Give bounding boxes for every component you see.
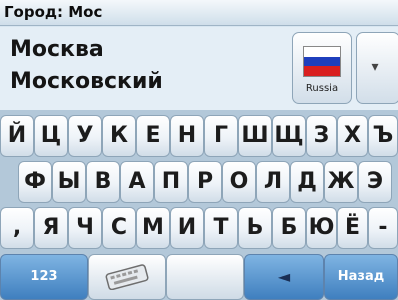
key[interactable]: В (86, 161, 120, 203)
key[interactable]: Ь (238, 207, 272, 249)
key[interactable]: Ч (68, 207, 102, 249)
dropdown-button[interactable]: ▾ (356, 32, 398, 104)
key[interactable]: О (222, 161, 256, 203)
numbers-button[interactable]: 123 (0, 254, 88, 300)
key[interactable]: Д (290, 161, 324, 203)
key[interactable]: М (136, 207, 170, 249)
key[interactable]: Х (337, 115, 368, 157)
key[interactable]: Н (170, 115, 204, 157)
suggestion-item[interactable]: Московский (10, 69, 163, 94)
key[interactable]: Ц (34, 115, 68, 157)
backspace-button[interactable]: ◄ (244, 254, 324, 300)
key[interactable]: Т (204, 207, 238, 249)
key[interactable]: И (170, 207, 204, 249)
back-button[interactable]: Назад (324, 254, 398, 300)
keyboard-switch-button[interactable] (88, 254, 166, 300)
key[interactable]: Р (188, 161, 222, 203)
city-input-field[interactable]: Город: Мос (0, 0, 398, 26)
suggestion-item[interactable]: Москва (10, 37, 104, 62)
key[interactable]: У (68, 115, 102, 157)
key[interactable]: Л (256, 161, 290, 203)
key[interactable]: - (368, 207, 398, 249)
key[interactable]: Э (358, 161, 392, 203)
country-name: Russia (305, 83, 339, 94)
key[interactable]: П (154, 161, 188, 203)
key[interactable]: Ы (52, 161, 86, 203)
keyboard-icon (105, 264, 149, 290)
key[interactable]: Я (34, 207, 68, 249)
key[interactable]: Й (0, 115, 34, 157)
key[interactable]: , (0, 207, 34, 249)
key[interactable]: Ъ (368, 115, 398, 157)
chevron-down-icon: ▾ (371, 59, 379, 75)
country-select-button[interactable]: Russia (292, 32, 352, 104)
key[interactable]: Щ (272, 115, 306, 157)
key[interactable]: Г (204, 115, 238, 157)
key[interactable]: Ё (337, 207, 368, 249)
key[interactable]: Ю (306, 207, 337, 249)
key[interactable]: Ж (324, 161, 358, 203)
city-input-text: Город: Мос (4, 3, 103, 21)
spacebar-button[interactable] (166, 254, 244, 300)
key[interactable]: Е (136, 115, 170, 157)
back-label: Назад (337, 269, 385, 284)
left-arrow-icon: ◄ (277, 267, 291, 286)
key[interactable]: З (306, 115, 337, 157)
key[interactable]: А (120, 161, 154, 203)
key[interactable]: Ф (18, 161, 52, 203)
key[interactable]: С (102, 207, 136, 249)
key[interactable]: К (102, 115, 136, 157)
numbers-label: 123 (30, 269, 58, 284)
key[interactable]: Ш (238, 115, 272, 157)
key[interactable]: Б (272, 207, 306, 249)
russia-flag-icon (303, 46, 341, 77)
